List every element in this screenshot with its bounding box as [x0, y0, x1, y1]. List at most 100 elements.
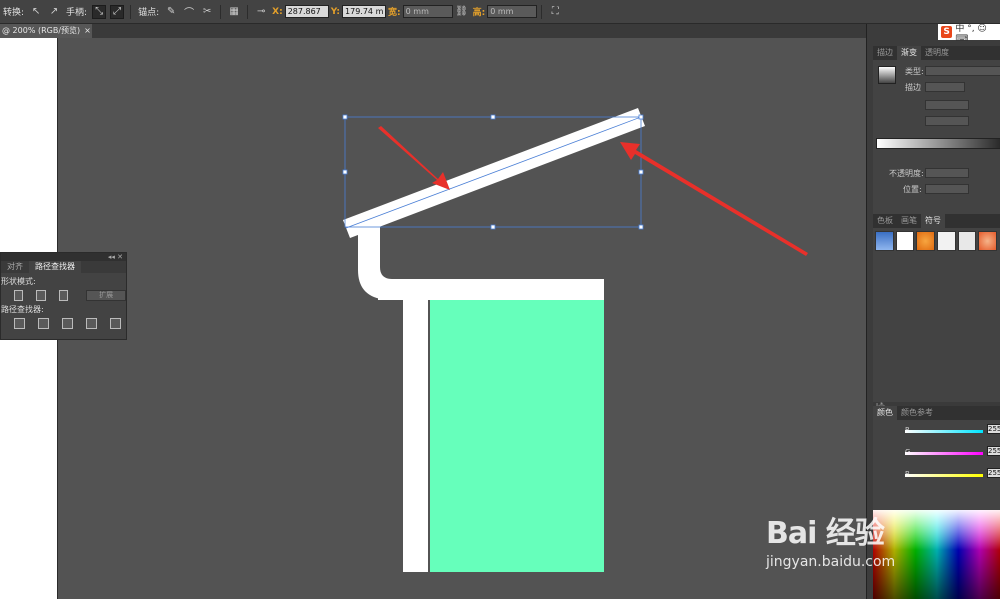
sogou-logo: S [941, 26, 953, 38]
type-label: 类型: [905, 67, 924, 76]
selection-handle[interactable] [638, 224, 644, 230]
tab-align[interactable]: 对齐 [1, 261, 29, 273]
link-proportions-icon[interactable]: ⛓ [455, 5, 469, 19]
gradient-swatch[interactable] [878, 66, 896, 84]
blue-slider[interactable] [905, 474, 983, 477]
expand-button[interactable]: 扩展 [86, 290, 126, 301]
remove-anchor-icon[interactable]: ✎ [164, 5, 178, 19]
white-vertical-bar[interactable] [403, 300, 428, 572]
w-input[interactable]: 0 mm [402, 5, 453, 18]
gradient-panel: 描边 渐变 透明度 类型: 描边 不透明度: 位置: [873, 46, 1000, 232]
document-tab-label: @ 200% (RGB/预览) [2, 26, 81, 35]
shape-modes-label: 形状模式: [1, 277, 36, 286]
y-label: Y: [330, 6, 341, 17]
red-slider[interactable] [905, 430, 983, 433]
x-input[interactable]: 287.867 [284, 5, 329, 18]
pathfinders-label: 路径查找器: [1, 305, 44, 314]
symbol-item[interactable] [895, 231, 915, 251]
outline-icon[interactable] [110, 318, 121, 329]
x-label: X: [272, 6, 283, 17]
y-input[interactable]: 179.74 m [342, 5, 387, 18]
aspect-field[interactable] [925, 116, 969, 126]
tab-transparency[interactable]: 透明度 [921, 46, 953, 60]
white-horizontal-bar[interactable] [378, 279, 604, 300]
close-icon[interactable]: × [84, 26, 91, 35]
pathfinder-panel: ◂◂ ✕ 对齐 路径查找器 形状模式: 扩展 路径查找器: [0, 252, 127, 340]
tab-symbols[interactable]: 符号 [921, 214, 945, 228]
divide-icon[interactable] [14, 318, 25, 329]
opacity-field[interactable] [925, 168, 969, 178]
selection-handle[interactable] [342, 169, 348, 175]
unite-icon[interactable] [14, 290, 24, 301]
tab-color-guide[interactable]: 颜色参考 [897, 406, 937, 420]
convert-corner-icon[interactable]: ↖ [29, 5, 43, 19]
connect-anchor-icon[interactable]: ⌒ [182, 5, 196, 19]
pathfinder-tabs: 对齐 路径查找器 [1, 261, 126, 273]
location-label: 位置: [903, 185, 922, 194]
h-label: 高: [472, 8, 486, 18]
ime-indicator[interactable]: S 中 °, ☺ ⌨ [938, 24, 1000, 44]
hide-handles-icon[interactable]: ⤢ [110, 4, 125, 19]
isolate-icon[interactable]: ⛶ [548, 5, 562, 19]
handles-label: 手柄: [66, 8, 88, 18]
intersect-icon[interactable] [58, 290, 69, 301]
tab-pathfinder[interactable]: 路径查找器 [29, 261, 81, 273]
merge-icon[interactable] [62, 318, 73, 329]
h-input[interactable]: 0 mm [487, 5, 538, 18]
selected-path-line[interactable] [345, 116, 642, 229]
symbol-item[interactable] [957, 231, 977, 251]
divider [130, 4, 132, 19]
symbol-item[interactable] [875, 231, 894, 251]
anchor-label: 锚点: [138, 8, 160, 18]
symbols-panel: 色板 画笔 符号 I⁂. [873, 214, 1000, 412]
red-value[interactable]: 255 [987, 424, 1000, 434]
tab-stroke[interactable]: 描边 [873, 46, 897, 60]
divider [247, 4, 249, 19]
crop-icon[interactable] [86, 318, 97, 329]
gradient-slider[interactable] [876, 138, 1000, 149]
green-value[interactable]: 255 [987, 446, 1000, 456]
opacity-label: 不透明度: [889, 169, 924, 178]
show-handles-icon[interactable]: ⤡ [92, 4, 107, 19]
stroke-label: 描边 [905, 83, 921, 92]
tab-gradient[interactable]: 渐变 [897, 46, 921, 60]
tab-swatches[interactable]: 色板 [873, 214, 897, 228]
divider [220, 4, 222, 19]
angle-field[interactable] [925, 100, 969, 110]
tab-color[interactable]: 颜色 [873, 406, 897, 420]
white-pipe-elbow[interactable] [358, 224, 392, 300]
minus-front-icon[interactable] [36, 290, 46, 301]
tilted-roof-bar[interactable] [343, 108, 645, 238]
selection-handle[interactable] [490, 114, 496, 120]
color-panel-tabs: 颜色 颜色参考 [873, 406, 1000, 420]
selection-handle[interactable] [638, 169, 644, 175]
watermark-url: jingyan.baidu.com [766, 554, 896, 570]
symbol-item[interactable] [916, 231, 936, 251]
panel-titlebar[interactable]: ◂◂ ✕ [1, 253, 126, 261]
tab-brushes[interactable]: 画笔 [897, 214, 921, 228]
shape-modes-row: 扩展 [1, 290, 126, 301]
artwork [342, 108, 808, 572]
blue-value[interactable]: 255 [987, 468, 1000, 478]
type-select[interactable] [925, 66, 1000, 76]
document-tab[interactable]: @ 200% (RGB/预览) × [0, 24, 92, 38]
align-anchor-icon[interactable]: ⊸ [254, 5, 268, 19]
control-bar: 转换: ↖ ↗ 手柄: ⤡ ⤢ 锚点: ✎ ⌒ ✂ ▦ ⊸ X: 287.867… [0, 0, 1000, 24]
selection-handle[interactable] [638, 114, 644, 120]
canvas[interactable]: ◂◂ ✕ 对齐 路径查找器 形状模式: 扩展 路径查找器: [0, 38, 866, 599]
green-rectangle[interactable] [430, 300, 604, 572]
stroke-options[interactable] [925, 82, 965, 92]
cut-path-icon[interactable]: ✂ [200, 5, 214, 19]
trim-icon[interactable] [38, 318, 49, 329]
convert-label: 转换: [3, 8, 25, 18]
convert-smooth-icon[interactable]: ↗ [47, 5, 61, 19]
selection-handle[interactable] [490, 224, 496, 230]
watermark: Bai 经验 jingyan.baidu.com [766, 490, 966, 580]
symbols-panel-tabs: 色板 画笔 符号 [873, 214, 1000, 228]
symbol-item[interactable] [937, 231, 956, 251]
green-slider[interactable] [905, 452, 983, 455]
symbol-item[interactable] [978, 231, 998, 251]
selection-handle[interactable] [342, 114, 348, 120]
reference-point-icon[interactable]: ▦ [227, 5, 241, 19]
location-field[interactable] [925, 184, 969, 194]
